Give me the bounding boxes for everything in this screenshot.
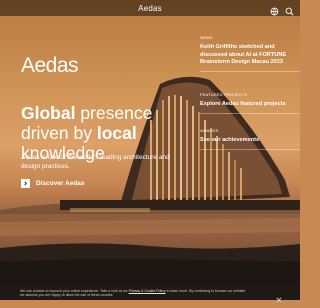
privacy-policy-link[interactable]: Privacy & Cookie Policy [129,289,166,293]
section-divider [200,70,300,72]
awards-link[interactable]: See our achievements [200,137,298,145]
featured-projects-link[interactable]: Explore Aedas featured projects [200,101,298,109]
section-tag: AWARDS [200,128,219,133]
aedas-logo[interactable]: Aedas [21,54,79,78]
news-link[interactable]: Keith Griffiths sketched and discussed a… [200,44,298,67]
headline-bold-local: local [96,123,137,143]
section-divider [200,148,300,150]
search-icon[interactable] [285,3,294,16]
cookie-banner: We use cookies to improve your online ex… [0,286,300,303]
globe-icon[interactable] [270,3,279,16]
header-brand-name[interactable]: Aedas [138,4,162,13]
sidebar-section-awards: AWARDS See our achievements [200,128,300,150]
headline-bold-global: Global [21,103,76,123]
section-divider [200,112,300,114]
close-icon[interactable] [276,290,282,303]
discover-aedas-button[interactable]: Discover Aedas [21,179,85,188]
sidebar-section-news: NEWS Keith Griffiths sketched and discus… [200,35,300,72]
top-navigation-bar: Aedas [0,0,300,16]
sidebar-section-featured-projects: FEATURED PROJECTS Explore Aedas featured… [200,92,300,114]
section-tag: NEWS [200,35,213,40]
chevron-right-icon [21,179,30,188]
discover-aedas-label: Discover Aedas [36,180,85,187]
sidebar-highlights: NEWS Keith Griffiths sketched and discus… [195,30,300,170]
cookie-message: We use cookies to improve your online ex… [0,289,250,298]
hero-description: Aedas is one of the world's leading arch… [21,154,170,170]
section-tag: FEATURED PROJECTS [200,92,248,97]
